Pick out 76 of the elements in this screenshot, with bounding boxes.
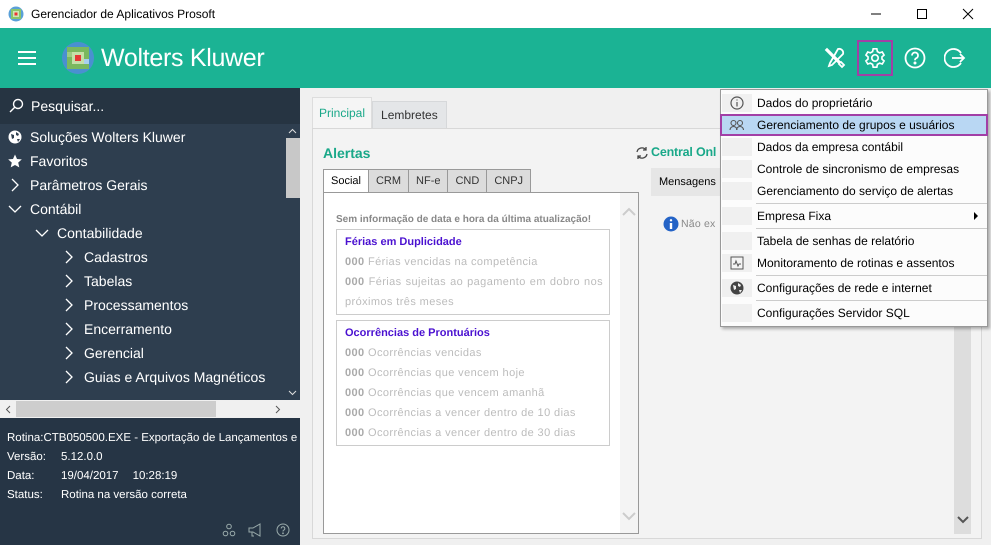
nodes-icon[interactable] [222,523,236,537]
detail-value: 19/04/2017 [61,470,119,482]
chevron-right-icon[interactable] [275,404,281,414]
scroll-thumb[interactable] [286,138,300,198]
tree-item[interactable]: Gerencial [0,341,285,365]
tab[interactable]: CRM [368,169,408,192]
tree-item[interactable]: Guias e Arquivos Magnéticos [0,365,285,389]
tab[interactable]: CNPJ [486,169,532,192]
globe-icon [8,130,22,144]
chart-icon [730,256,744,270]
detail-label: Versão: [7,450,47,462]
menu-item[interactable]: Gerenciamento do serviço de alertas [720,180,988,202]
window-title: Gerenciador de Aplicativos Prosoft [31,7,216,21]
app-icon [8,6,24,22]
search-icon [8,98,24,114]
menu-item[interactable]: Dados do proprietário [720,92,988,114]
section-title: Alertas [323,145,370,161]
menu-item[interactable]: Configurações de rede e internet [720,277,988,299]
search-field[interactable]: Pesquisar... [0,88,300,124]
detail-label: Status: [7,488,44,500]
help-icon[interactable] [276,523,290,537]
menu-item[interactable]: Dados da empresa contábil [720,136,988,158]
tree-item[interactable]: Contábil [0,197,285,221]
detail-value: Rotina na versão correta [61,488,187,500]
menu-item[interactable]: Tabela de senhas de relatório [720,230,988,252]
logo-icon [61,41,95,75]
tree-item[interactable]: Tabelas [0,269,285,293]
tab[interactable]: CND [447,169,486,192]
chevron-up-icon[interactable] [288,128,297,134]
detail-value: 10:28:19 [132,470,178,482]
tree-item[interactable]: Cadastros [0,245,285,269]
menu-item[interactable]: Gerenciamento de grupos e usuários [720,114,988,136]
tree-item[interactable]: Soluções Wolters Kluwer [0,125,285,149]
close-icon[interactable] [962,8,974,20]
notice-text: Sem informação de data e hora da última atualização! [336,214,592,225]
alert-line: 000 Férias sujeitas ao pagamento em dobro nos próximos três meses [345,275,604,310]
detail-value: CTB050500.EXE - Exportação de Lançamentos e [43,432,298,444]
tab[interactable]: Lembretes [372,101,447,128]
users-icon [729,119,745,131]
search-input[interactable]: Pesquisar... [31,96,271,116]
chevron-down-icon[interactable] [956,516,968,524]
maximize-icon[interactable] [916,8,928,20]
star-icon [8,154,22,168]
menu-item[interactable]: Empresa Fixa [720,205,988,227]
alert-line: 000 Ocorrências a vencer dentro de 10 dias [345,406,577,421]
chevron-left-icon[interactable] [5,404,11,414]
message-text: Não ex [681,218,716,230]
section-title: Central Onl [651,145,716,159]
info-icon [730,96,744,110]
refresh-icon[interactable] [635,146,649,160]
tree-item[interactable]: Contabilidade [0,221,285,245]
alert-line: 000 Ocorrências que vencem hoje [345,366,526,381]
globe-icon [730,281,744,295]
settings-icon[interactable] [857,40,893,76]
menu-icon[interactable] [17,50,37,66]
tree-item[interactable]: Processamentos [0,293,285,317]
tab[interactable]: NF-e [408,169,448,192]
tree-item[interactable]: Encerramento [0,317,285,341]
alert-line: 000 Ocorrências que vencem amanhã [345,386,546,401]
alert-group-title: Férias em Duplicidade [345,236,463,248]
tab[interactable]: Social [323,169,368,192]
detail-value: 5.12.0.0 [61,450,103,462]
alert-line: 000 Ocorrências a vencer dentro de 30 dias [345,426,577,441]
alert-line: 000 Férias vencidas na competência [345,255,539,270]
scroll-thumb[interactable] [16,401,216,417]
tree-item[interactable]: Parâmetros Gerais [0,173,285,197]
menu-item[interactable]: Monitoramento de rotinas e assentos [720,252,988,274]
tree-item[interactable]: Favoritos [0,149,285,173]
scrollbar[interactable] [0,400,300,418]
alert-group-title: Ocorrências de Prontuários [345,327,491,339]
detail-label: Data: [7,470,36,482]
alert-line: 000 Ocorrências vencidas [345,346,483,361]
info-icon [663,216,679,232]
detail-label: Rotina: [7,432,44,444]
menu-item[interactable]: Configurações Servidor SQL [720,302,988,324]
brand-name: Wolters Kluwer [101,44,264,72]
